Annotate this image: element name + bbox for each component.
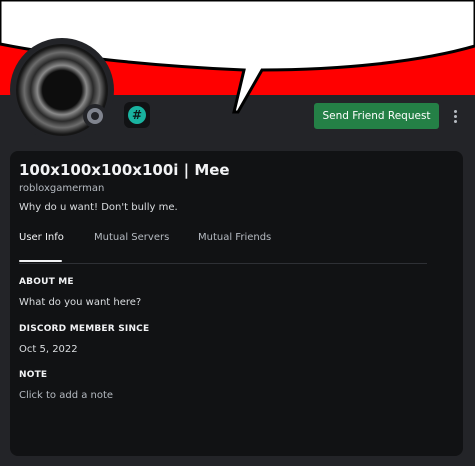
profile-card: 100x100x100x100i | Mee robloxgamerman Wh… bbox=[10, 151, 463, 456]
tab-mutual-servers[interactable]: Mutual Servers bbox=[94, 232, 169, 243]
about-me-heading: ABOUT ME bbox=[19, 277, 74, 287]
member-since-heading: DISCORD MEMBER SINCE bbox=[19, 324, 150, 334]
display-name: 100x100x100x100i | Mee bbox=[19, 161, 230, 179]
tabs-divider bbox=[19, 263, 427, 264]
note-input[interactable]: Click to add a note bbox=[19, 390, 219, 401]
profile-tabs: User Info Mutual Servers Mutual Friends bbox=[19, 232, 427, 262]
username: robloxgamerman bbox=[19, 183, 105, 194]
tab-mutual-friends[interactable]: Mutual Friends bbox=[198, 232, 271, 243]
offline-status-icon bbox=[87, 108, 103, 124]
send-friend-request-button[interactable]: Send Friend Request bbox=[314, 103, 439, 129]
status-indicator bbox=[83, 104, 107, 128]
tab-user-info[interactable]: User Info bbox=[19, 232, 64, 243]
badge-glyph: # bbox=[128, 106, 146, 124]
note-heading: NOTE bbox=[19, 370, 48, 380]
about-me-text: What do you want here? bbox=[19, 297, 142, 308]
more-vertical-icon[interactable] bbox=[447, 106, 463, 126]
hashtag-badge-icon[interactable]: # bbox=[124, 102, 150, 128]
active-tab-indicator bbox=[19, 260, 62, 262]
member-since-date: Oct 5, 2022 bbox=[19, 344, 78, 355]
custom-status: Why do u want! Don't bully me. bbox=[19, 202, 178, 213]
